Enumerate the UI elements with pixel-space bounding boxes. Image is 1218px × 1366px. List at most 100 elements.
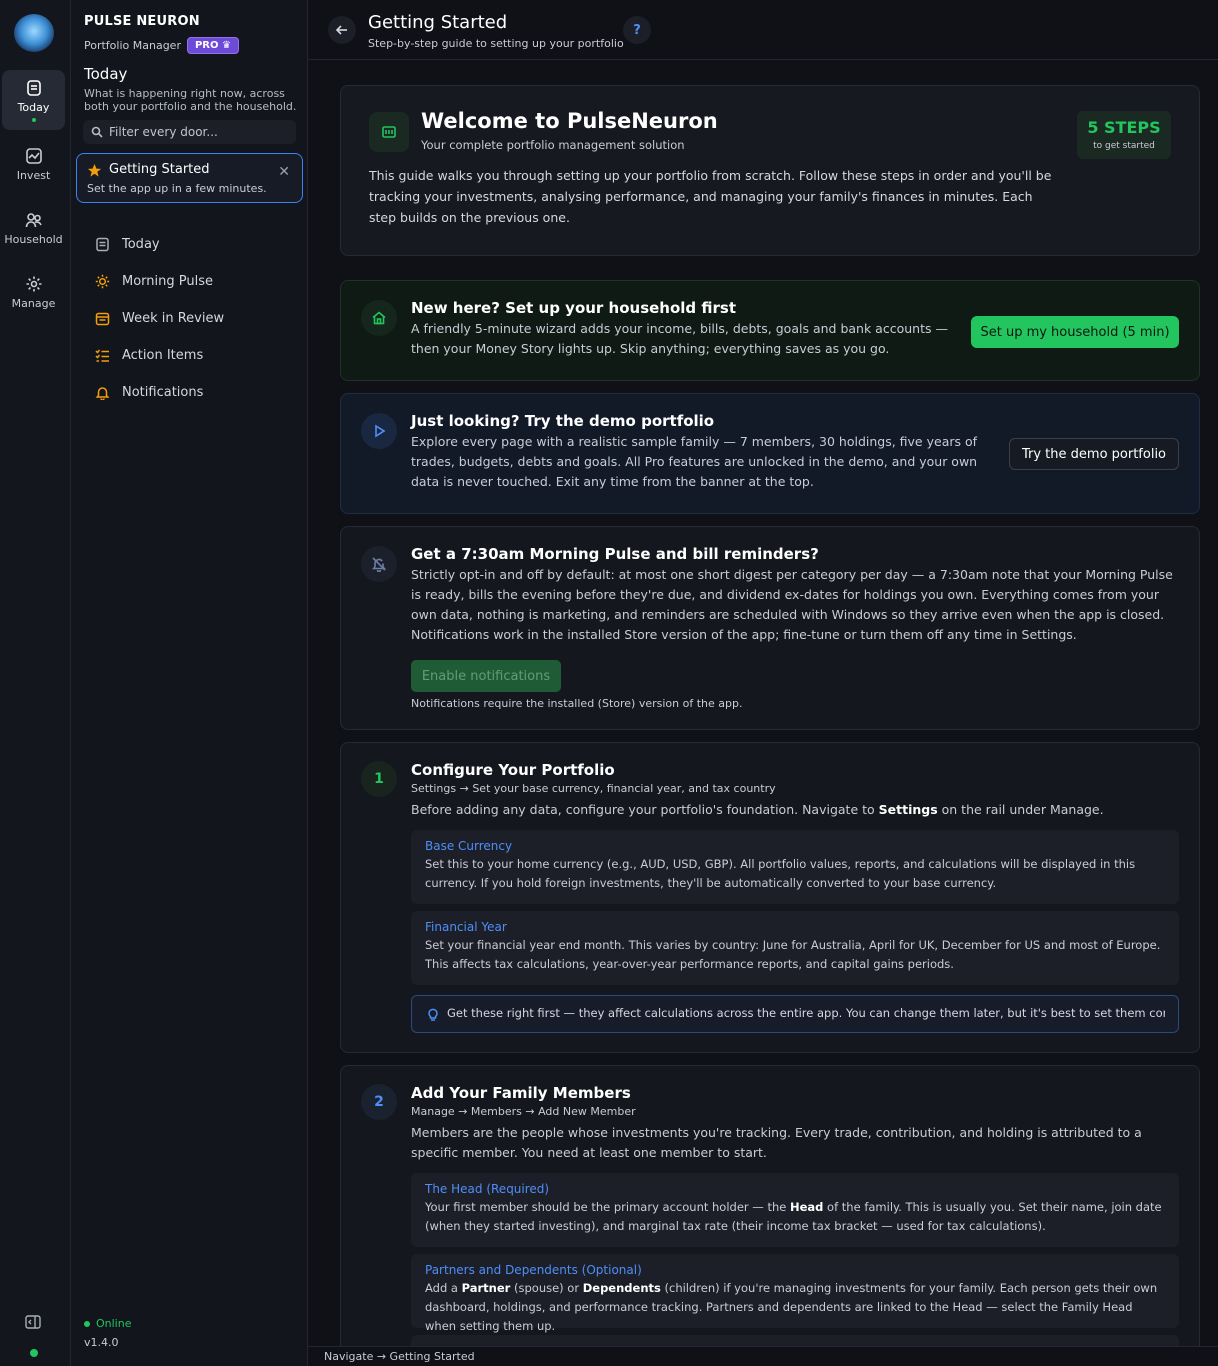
sub-box-text: Set this to your home currency (e.g., AU… [425, 857, 1136, 890]
filter-input[interactable] [109, 125, 289, 139]
active-indicator [31, 117, 36, 122]
notifications-card: Get a 7:30am Morning Pulse and bill remi… [340, 526, 1200, 730]
nav-item-action-items[interactable]: Action Items [95, 343, 295, 367]
rail-label-today: Today [17, 100, 50, 114]
welcome-title: Welcome to PulseNeuron [421, 109, 718, 133]
checklist-icon [95, 349, 109, 362]
nav-item-notifications[interactable]: Notifications [95, 380, 295, 404]
bell-icon [95, 386, 110, 400]
sun-icon [95, 274, 110, 288]
connection-status-dot [30, 1349, 38, 1357]
play-icon [375, 424, 386, 438]
notify-icon-circle [361, 546, 397, 582]
intro-text: on the rail under Manage. [937, 802, 1104, 817]
collapse-panel-icon[interactable] [25, 1315, 41, 1329]
chart-icon [25, 147, 42, 164]
head-emphasis: Head [789, 1200, 824, 1214]
pro-label: PRO [194, 40, 219, 51]
page-title: Getting Started [368, 12, 508, 33]
nav-label: Morning Pulse [122, 273, 213, 289]
brand-subtitle: Portfolio Manager [84, 39, 181, 52]
rail-item-manage[interactable]: Manage [2, 262, 65, 322]
head-member-box: The Head (Required) Your first member sh… [411, 1173, 1179, 1247]
demo-body: Explore every page with a realistic samp… [411, 434, 978, 489]
step-2-intro: Members are the people whose investments… [411, 1125, 1142, 1160]
steps-badge: 5 STEPS to get started [1077, 111, 1171, 159]
step-2-card: 2 Add Your Family Members Manage → Membe… [340, 1065, 1200, 1366]
sub-box-title: The Head (Required) [425, 1182, 550, 1196]
star-icon [87, 163, 102, 177]
text-part: Your first member should be the primary … [425, 1200, 790, 1214]
nav-item-today[interactable]: Today [95, 232, 295, 256]
page-subtitle: Step-by-step guide to setting up your po… [368, 37, 624, 50]
nav-label: Today [122, 236, 160, 252]
back-button[interactable] [328, 16, 356, 44]
main-content: Getting Started Step-by-step guide to se… [308, 0, 1218, 1366]
steps-badge-label: to get started [1093, 141, 1155, 151]
rail-label-household: Household [4, 232, 63, 246]
crown-icon: ♛ [221, 40, 231, 51]
nav-item-week-in-review[interactable]: Week in Review [95, 306, 295, 330]
setup-household-button[interactable]: Set up my household (5 min) [971, 316, 1179, 348]
household-body: A friendly 5-minute wizard adds your inc… [411, 321, 948, 356]
dependents-emphasis: Dependents [582, 1281, 661, 1295]
text-part: (spouse) or [510, 1281, 583, 1295]
financial-year-box: Financial Year Set your financial year e… [411, 911, 1179, 985]
step-1-path: Settings → Set your base currency, finan… [411, 782, 776, 795]
gear-icon [26, 276, 41, 291]
welcome-card: Welcome to PulseNeuron Your complete por… [340, 85, 1200, 256]
status-bar: Navigate → Getting Started [308, 1346, 1218, 1366]
today-icon [96, 237, 109, 251]
try-demo-button[interactable]: Try the demo portfolio [1009, 438, 1179, 470]
step-number: 2 [361, 1084, 397, 1120]
sub-box-title: Base Currency [425, 839, 513, 853]
rail-item-invest[interactable]: Invest [2, 134, 65, 194]
rail-label-manage: Manage [11, 296, 56, 310]
tip-box: Get these right first — they affect calc… [411, 995, 1179, 1033]
demo-title: Just looking? Try the demo portfolio [411, 412, 715, 430]
rail-item-household[interactable]: Household [2, 198, 65, 258]
lightbulb-icon [428, 1008, 438, 1021]
step-1-intro: Before adding any data, configure your p… [411, 800, 1181, 820]
nav-item-morning-pulse[interactable]: Morning Pulse [95, 269, 295, 293]
calendar-icon [95, 312, 110, 325]
home-icon [372, 311, 386, 325]
getting-started-card[interactable]: Getting Started Set the app up in a few … [76, 153, 303, 203]
nav-label: Notifications [122, 384, 204, 400]
app-rail: Today Invest Household Manage [0, 0, 71, 1366]
online-status: Online [84, 1317, 131, 1330]
app-version: v1.4.0 [84, 1336, 119, 1349]
getting-started-subtitle: Set the app up in a few minutes. [87, 182, 267, 195]
close-icon[interactable]: ✕ [278, 164, 290, 180]
brain-logo-icon [14, 14, 54, 52]
sub-box-text: Set your financial year end month. This … [425, 938, 1161, 971]
rail-label-invest: Invest [16, 168, 51, 182]
building-icon [382, 126, 396, 138]
getting-started-title: Getting Started [109, 162, 210, 177]
nav-label: Week in Review [122, 310, 225, 326]
household-card: New here? Set up your household first A … [340, 280, 1200, 381]
arrow-left-icon [335, 25, 347, 35]
base-currency-box: Base Currency Set this to your home curr… [411, 830, 1179, 904]
settings-emphasis: Settings [878, 802, 938, 817]
status-text: Online [96, 1317, 132, 1330]
sub-box-title: Financial Year [425, 920, 507, 934]
welcome-body: This guide walks you through setting up … [369, 168, 1052, 225]
rail-item-today[interactable]: Today [2, 70, 65, 130]
section-title: Today [84, 65, 128, 83]
intro-text: Before adding any data, configure your p… [411, 802, 879, 817]
household-title: New here? Set up your household first [411, 299, 737, 317]
status-dot [84, 1320, 90, 1327]
brand-subtitle-row: Portfolio Manager PRO ♛ [84, 37, 239, 54]
partners-dependents-box: Partners and Dependents (Optional) Add a… [411, 1254, 1179, 1333]
notify-body: Strictly opt-in and off by default: at m… [411, 567, 1173, 642]
sub-box-title: Partners and Dependents (Optional) [425, 1263, 642, 1277]
enable-notifications-button[interactable]: Enable notifications [411, 660, 561, 692]
welcome-icon-box [369, 112, 409, 152]
bell-off-icon [371, 557, 387, 572]
sub-box-text: Add a Partner (spouse) or Dependents (ch… [425, 1279, 1165, 1336]
step-1-title: Configure Your Portfolio [411, 761, 615, 779]
help-button[interactable]: ? [623, 16, 651, 44]
welcome-subtitle: Your complete portfolio management solut… [421, 138, 685, 152]
brand-name: PULSE NEURON [84, 14, 200, 29]
